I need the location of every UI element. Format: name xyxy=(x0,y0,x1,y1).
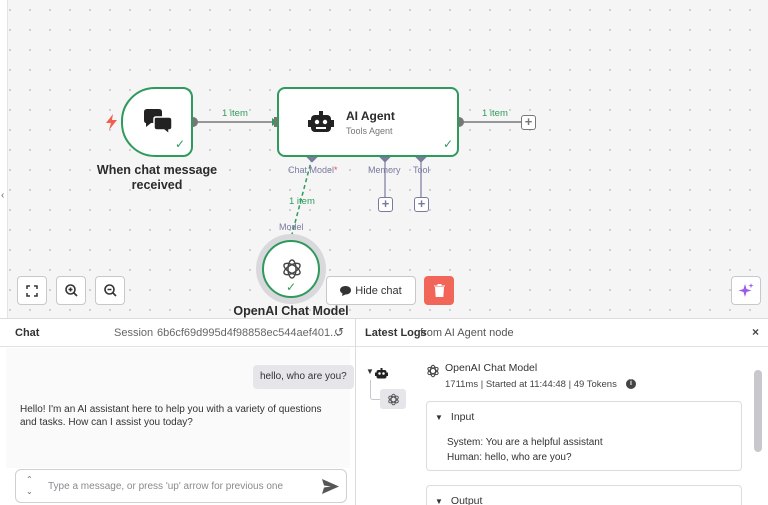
add-tool-button[interactable]: + xyxy=(414,197,429,212)
tree-collapse-icon[interactable]: ▼ xyxy=(366,367,374,376)
info-icon[interactable]: i xyxy=(626,379,636,389)
add-memory-button[interactable]: + xyxy=(378,197,393,212)
reset-session-icon[interactable]: ↺ xyxy=(334,325,344,339)
session-label: Session xyxy=(114,327,154,339)
openai-icon xyxy=(387,393,399,405)
log-model-name: OpenAI Chat Model xyxy=(445,362,538,374)
logs-source: from AI Agent node xyxy=(420,327,514,339)
bot-message: Hello! I'm an AI assistant here to help … xyxy=(20,404,322,428)
wire-label-model-agent: 1 item xyxy=(289,196,315,207)
user-message: hello, who are you? xyxy=(253,365,354,389)
chat-input-box: ⌃ ⌄ xyxy=(15,469,347,503)
robot-icon xyxy=(308,111,334,138)
log-run-meta: 1711ms | Started at 11:44:48 | 49 Tokens xyxy=(445,379,617,390)
hide-chat-button[interactable]: Hide chat xyxy=(326,276,416,305)
output-section[interactable]: ▼ Output xyxy=(426,485,742,505)
delete-execution-button[interactable] xyxy=(424,276,454,305)
close-logs-icon[interactable]: × xyxy=(752,325,759,339)
zoom-out-button[interactable] xyxy=(95,276,125,305)
zoom-in-button[interactable] xyxy=(56,276,86,305)
input-section-header[interactable]: ▼ Input xyxy=(435,411,474,423)
trigger-node[interactable]: ✓ xyxy=(121,87,193,157)
logs-scrollbar[interactable] xyxy=(754,370,762,452)
history-up-icon[interactable]: ⌃ xyxy=(26,474,33,486)
logs-header: Latest Logs from AI Agent node × xyxy=(356,319,768,347)
zoom-in-icon xyxy=(64,284,78,297)
sparkles-icon xyxy=(738,282,754,297)
trigger-node-title: When chat message received xyxy=(96,163,218,192)
chat-bubbles-icon xyxy=(142,109,174,140)
ai-assistant-button[interactable] xyxy=(731,276,761,305)
chat-message-input[interactable] xyxy=(48,478,308,494)
input-human-line: Human: hello, who are you? xyxy=(447,452,572,463)
success-check-icon: ✓ xyxy=(175,137,186,151)
lightning-icon xyxy=(106,114,117,135)
wire-label-trigger-agent: 1 item xyxy=(222,108,248,119)
agent-node-subtitle: Tools Agent xyxy=(346,126,393,136)
output-section-header[interactable]: ▼ Output xyxy=(435,495,482,505)
input-system-line: System: You are a helpful assistant xyxy=(447,437,603,448)
logs-title: Latest Logs xyxy=(365,327,427,339)
history-arrows[interactable]: ⌃ ⌄ xyxy=(26,474,33,498)
connections-layer xyxy=(188,117,521,248)
input-section[interactable]: ▼ Input System: You are a helpful assista… xyxy=(426,401,742,471)
success-check-icon: ✓ xyxy=(443,137,454,151)
chat-model-port-label: Chat Model* xyxy=(288,165,338,175)
openai-chat-model-node[interactable]: ✓ xyxy=(262,240,320,298)
send-icon[interactable] xyxy=(322,479,339,499)
hide-chat-label: Hide chat xyxy=(355,284,402,297)
chat-bubble-icon xyxy=(340,285,352,296)
fit-view-icon xyxy=(26,284,38,297)
success-check-icon: ✓ xyxy=(286,280,297,294)
chevron-down-icon: ▼ xyxy=(435,497,443,505)
model-node-title: OpenAI Chat Model xyxy=(233,304,349,318)
memory-port-label: Memory xyxy=(368,165,401,175)
chevron-down-icon: ▼ xyxy=(435,413,443,422)
tool-port-label: Tool xyxy=(413,165,430,175)
session-id: 6b6cf69d995d4f98858ec544aef401... xyxy=(157,327,340,339)
trash-icon xyxy=(433,284,445,297)
tree-connector xyxy=(370,380,380,400)
model-port-label: Model xyxy=(279,222,304,232)
fit-view-button[interactable] xyxy=(17,276,47,305)
wire-label-agent-output: 1 item xyxy=(482,108,508,119)
openai-icon xyxy=(426,364,440,383)
workflow-canvas[interactable]: ‹ ✓ When chat message received ✓ AI Agen… xyxy=(0,0,768,318)
zoom-out-icon xyxy=(103,284,117,297)
agent-node-title: AI Agent xyxy=(346,109,395,123)
history-down-icon[interactable]: ⌄ xyxy=(26,486,33,498)
add-node-button[interactable]: + xyxy=(521,115,536,130)
chat-header: Chat Session 6b6cf69d995d4f98858ec544aef… xyxy=(0,319,355,347)
chat-title: Chat xyxy=(15,327,40,339)
tree-openai-item[interactable] xyxy=(380,389,406,409)
